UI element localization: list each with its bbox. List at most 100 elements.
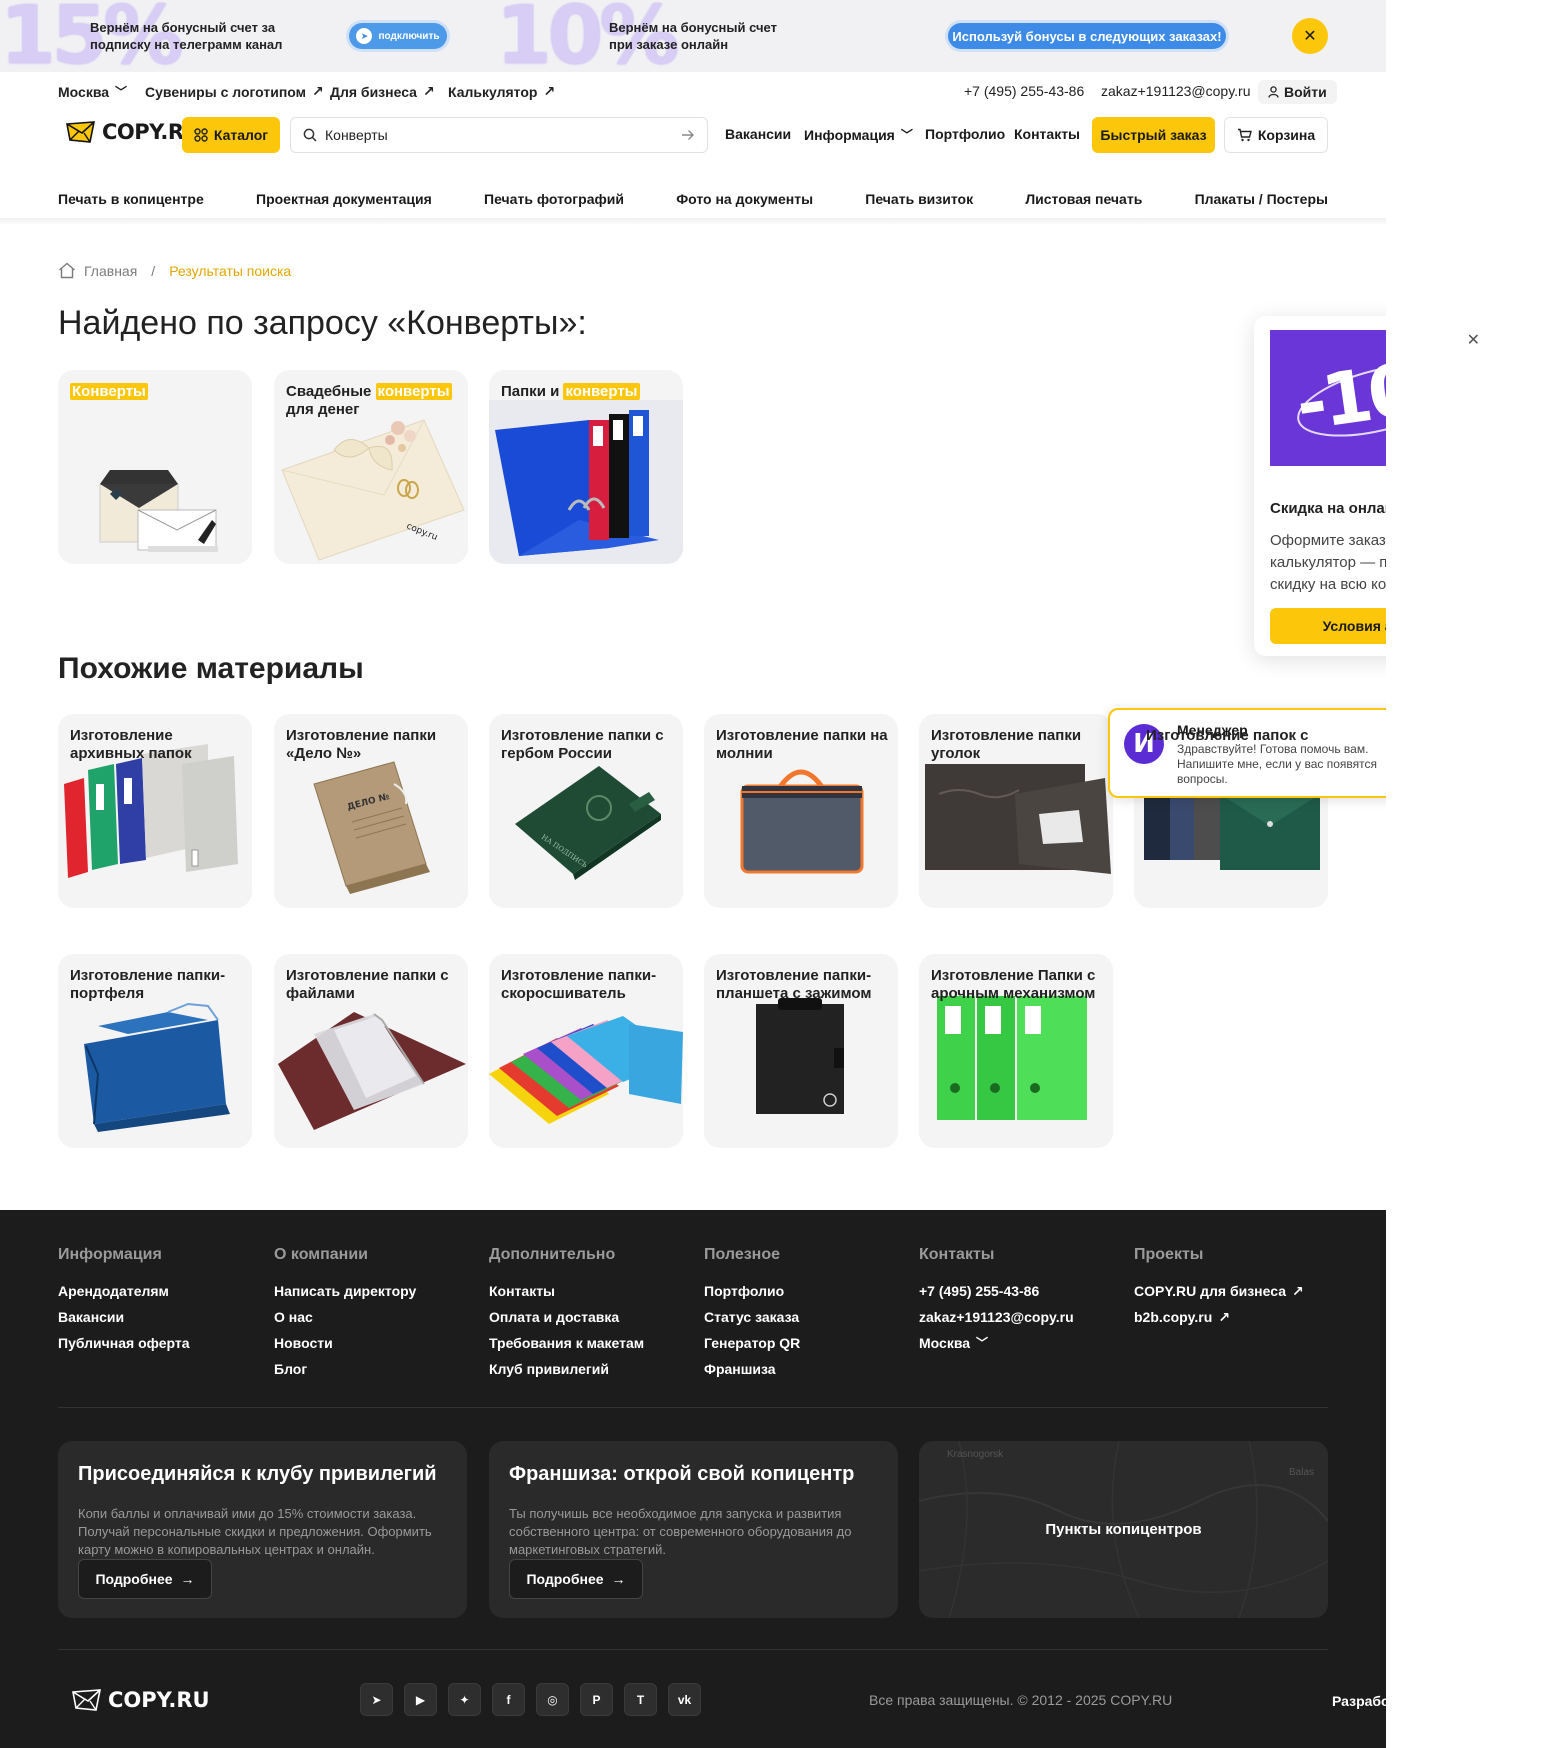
result-card-folders-envelopes[interactable]: Папки и конверты: [489, 370, 683, 564]
similar-card[interactable]: Изготовление папки на молнии: [704, 714, 898, 908]
arrow-out-icon: ↗: [312, 83, 324, 99]
arrow-out-icon: ↗: [1291, 1283, 1304, 1299]
login-button[interactable]: Войти: [1258, 80, 1337, 104]
youtube-icon[interactable]: ▶: [404, 1683, 437, 1716]
similar-card[interactable]: Изготовление папки с гербом России НА ПО…: [489, 714, 683, 908]
business-link[interactable]: Для бизнеса ↗: [330, 83, 435, 100]
close-icon: ✕: [1303, 28, 1317, 45]
service-link[interactable]: Плакаты / Постеры: [1195, 191, 1328, 211]
footer-divider: [58, 1649, 1328, 1650]
club-more-button[interactable]: Подробнее →: [78, 1559, 212, 1599]
footer-link[interactable]: О нас: [274, 1304, 416, 1330]
copy-centers-map[interactable]: Krasnogorsk Balas Пункты копицентров: [919, 1441, 1328, 1618]
portfolio-link[interactable]: Портфолио: [925, 126, 1005, 142]
footer-link[interactable]: COPY.RU для бизнеса ↗: [1134, 1278, 1304, 1304]
footer-link[interactable]: Оплата и доставка: [489, 1304, 644, 1330]
facebook-icon[interactable]: f: [492, 1683, 525, 1716]
similar-card[interactable]: Изготовление папки-планшета с зажимом: [704, 954, 898, 1148]
tiktok-icon[interactable]: T: [624, 1683, 657, 1716]
footer-city-selector[interactable]: Москва ﹀: [919, 1330, 1074, 1356]
footer-link[interactable]: Контакты: [489, 1278, 644, 1304]
dzen-icon[interactable]: ✦: [448, 1683, 481, 1716]
pinterest-icon[interactable]: P: [580, 1683, 613, 1716]
service-link[interactable]: Печать фотографий: [484, 191, 624, 211]
cart-button[interactable]: Корзина: [1224, 117, 1328, 153]
top-links-bar: Москва ﹀ Сувениры с логотипом ↗ Для бизнес…: [58, 80, 1337, 104]
user-icon: [1268, 86, 1279, 98]
calculator-link[interactable]: Калькулятор ↗: [448, 83, 555, 100]
phone-link[interactable]: +7 (495) 255-43-86: [964, 83, 1084, 99]
search-box: [290, 117, 708, 153]
breadcrumb-home[interactable]: Главная: [84, 263, 137, 279]
arrow-right-icon[interactable]: [681, 129, 695, 141]
home-icon[interactable]: [58, 262, 76, 279]
instagram-icon[interactable]: ◎: [536, 1683, 569, 1716]
catalog-button[interactable]: Каталог: [182, 117, 280, 153]
footer-link[interactable]: Новости: [274, 1330, 416, 1356]
vacancies-link[interactable]: Вакансии: [725, 126, 791, 142]
footer-link[interactable]: Блог: [274, 1356, 416, 1382]
footer-link[interactable]: Публичная оферта: [58, 1330, 190, 1356]
result-card-envelopes[interactable]: Конверты: [58, 370, 252, 564]
franchise-more-button[interactable]: Подробнее →: [509, 1559, 643, 1599]
close-popup-button[interactable]: ✕: [1467, 330, 1480, 350]
similar-card[interactable]: Изготовление папки-портфеля: [58, 954, 252, 1148]
card-title: Изготовление архивных папок: [70, 727, 192, 762]
similar-card[interactable]: Изготовление папок с: [1134, 714, 1328, 908]
card-title: Изготовление Папки с арочным механизмом: [931, 967, 1096, 1002]
main-header: COPY.RU Каталог Вакансии Информация﹀ Пор…: [58, 116, 1328, 154]
franchise-title: Франшиза: открой свой копицентр: [509, 1463, 855, 1485]
close-promo-button[interactable]: ✕: [1292, 18, 1328, 54]
header-shadow: [0, 218, 1560, 224]
footer-col-extra: Дополнительно Контакты Оплата и доставка…: [489, 1246, 644, 1382]
footer-link[interactable]: Франшиза: [704, 1356, 800, 1382]
similar-card[interactable]: Изготовление папки «Дело №» ДЕЛО №: [274, 714, 468, 908]
site-logo[interactable]: COPY.RU: [66, 120, 201, 144]
similar-card[interactable]: Изготовление архивных папок: [58, 714, 252, 908]
footer-link[interactable]: Статус заказа: [704, 1304, 800, 1330]
city-selector[interactable]: Москва ﹀: [58, 83, 127, 100]
use-bonuses-button[interactable]: Используй бонусы в следующих заказах!: [948, 23, 1226, 49]
result-card-wedding-envelopes[interactable]: Свадебные конверты для денег copy.ru: [274, 370, 468, 564]
contacts-link[interactable]: Контакты: [1014, 126, 1080, 142]
service-link[interactable]: Печать визиток: [865, 191, 973, 211]
footer-link[interactable]: b2b.copy.ru ↗: [1134, 1304, 1304, 1330]
service-link[interactable]: Печать в копицентре: [58, 191, 204, 211]
grid-icon: [194, 128, 208, 142]
footer-link[interactable]: Генератор QR: [704, 1330, 800, 1356]
promo-left-text: Вернём на бонусный счет за подписку на т…: [90, 20, 283, 52]
souvenirs-link[interactable]: Сувениры с логотипом ↗: [145, 83, 324, 100]
footer-link[interactable]: Арендодателям: [58, 1278, 190, 1304]
footer-link[interactable]: Написать директору: [274, 1278, 416, 1304]
vk-icon[interactable]: vk: [668, 1683, 701, 1716]
footer-site-logo[interactable]: COPY.RU: [72, 1688, 210, 1712]
footer-col-useful: Полезное Портфолио Статус заказа Генерат…: [704, 1246, 800, 1382]
telegram-icon[interactable]: ➤: [360, 1683, 393, 1716]
similar-card[interactable]: Изготовление папки уголок: [919, 714, 1113, 908]
similar-card[interactable]: Изготовление папки с файлами: [274, 954, 468, 1148]
footer-link[interactable]: Требования к макетам: [489, 1330, 644, 1356]
footer-link[interactable]: Портфолио: [704, 1278, 800, 1304]
telegram-connect-button[interactable]: ➤ подключить: [349, 23, 447, 49]
footer-phone[interactable]: +7 (495) 255-43-86: [919, 1278, 1074, 1304]
service-link[interactable]: Проектная документация: [256, 191, 432, 211]
right-gutter: [1386, 0, 1560, 1748]
similar-card[interactable]: Изготовление Папки с арочным механизмом: [919, 954, 1113, 1148]
arrow-right-icon: →: [180, 1571, 195, 1587]
card-title: Изготовление папки с гербом России: [501, 727, 664, 762]
similar-title: Похожие материалы: [58, 652, 364, 685]
footer-email[interactable]: zakaz+191123@copy.ru: [919, 1304, 1074, 1330]
club-title: Присоединяйся к клубу привилегий: [78, 1463, 437, 1485]
email-link[interactable]: zakaz+191123@copy.ru: [1101, 83, 1251, 99]
footer-col-company: О компании Написать директору О нас Ново…: [274, 1246, 416, 1382]
service-link[interactable]: Листовая печать: [1025, 191, 1142, 211]
footer-link[interactable]: Вакансии: [58, 1304, 190, 1330]
card-title: Изготовление папки-скоросшиватель: [501, 967, 657, 1002]
similar-card[interactable]: Изготовление папки-скоросшиватель: [489, 954, 683, 1148]
service-link[interactable]: Фото на документы: [676, 191, 813, 211]
quick-order-button[interactable]: Быстрый заказ: [1092, 117, 1215, 153]
footer-link[interactable]: Клуб привилегий: [489, 1356, 644, 1382]
info-menu[interactable]: Информация ﹀: [804, 126, 913, 143]
search-input[interactable]: [325, 127, 673, 143]
breadcrumb-separator: /: [151, 262, 156, 279]
